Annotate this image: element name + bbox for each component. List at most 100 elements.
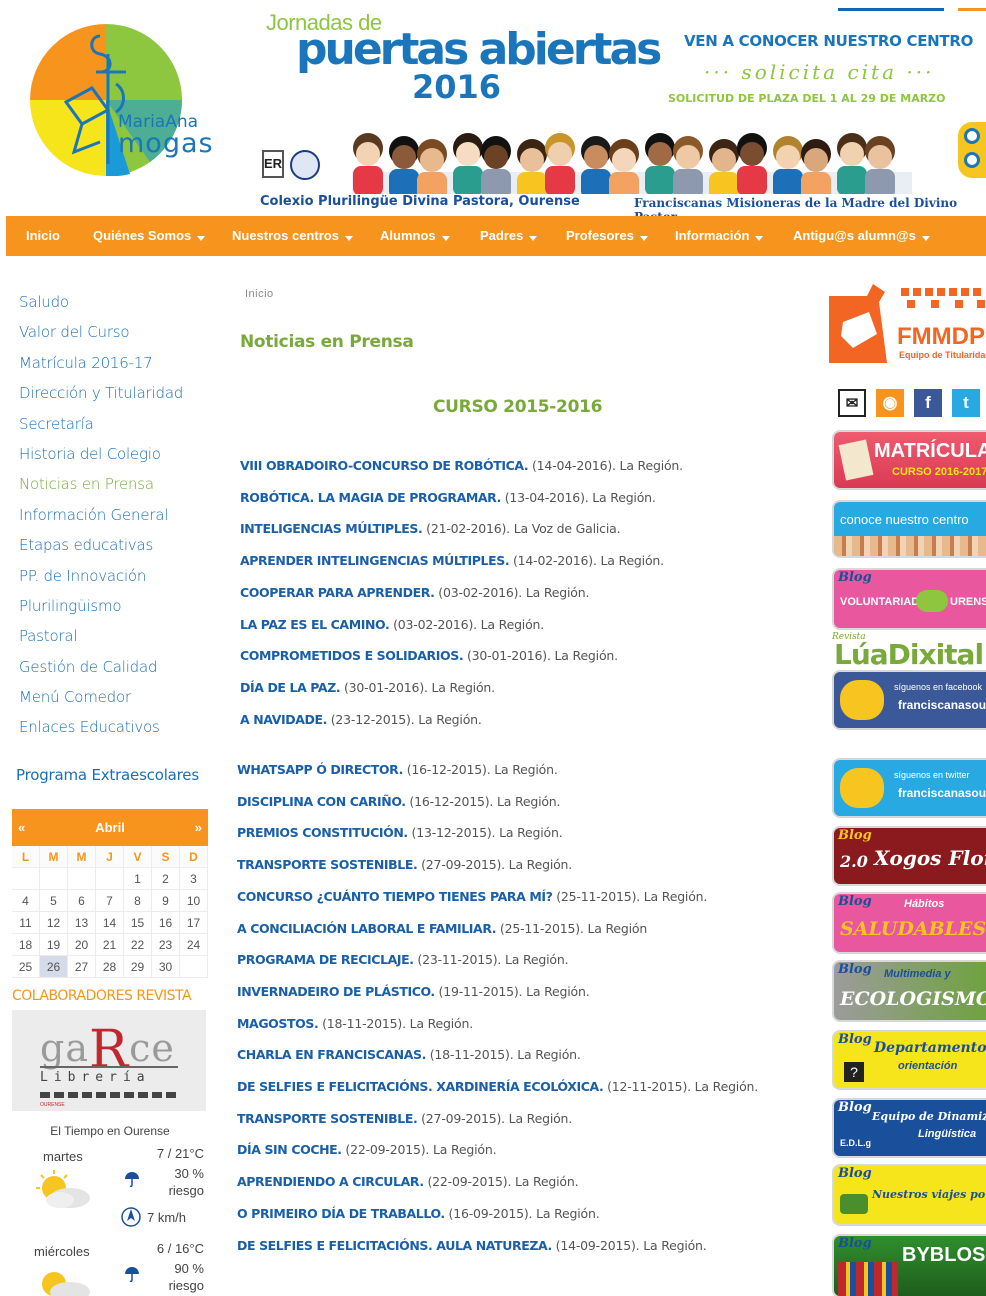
sidebar-item-saludo[interactable]: Saludo (19, 290, 183, 320)
dinamizacion-blog-banner[interactable]: Blog Equipo de Dinamización Lingüística … (834, 1100, 986, 1156)
sidebar-item-extraescolares[interactable]: Programa Extraescolares (16, 766, 199, 784)
orientacion-blog-banner[interactable]: Blog Departamento de orientación ? (834, 1032, 986, 1088)
calendar-day[interactable]: 11 (12, 912, 40, 934)
news-headline-link[interactable]: PROGRAMA DE RECICLAJE. (237, 952, 414, 967)
rss-icon[interactable]: ◉ (876, 389, 904, 417)
calendar-day[interactable]: 20 (68, 934, 96, 956)
viajes-blog-banner[interactable]: Blog Nuestros viajes por el mundo (834, 1166, 986, 1224)
news-headline-link[interactable]: LA PAZ ES EL CAMINO. (240, 617, 390, 632)
news-headline-link[interactable]: WHATSAPP Ó DIRECTOR. (237, 762, 403, 777)
sidebar-item-secretaria[interactable]: Secretaría (19, 412, 183, 442)
calendar-day[interactable]: 24 (180, 934, 208, 956)
calendar-day[interactable]: 22 (124, 934, 152, 956)
garce-sponsor-logo[interactable]: gaRce Librería OURENSE (12, 1010, 206, 1111)
calendar-day[interactable]: 28 (96, 956, 124, 978)
sidebar-item-enlaces[interactable]: Enlaces Educativos (19, 715, 183, 745)
sidebar-item-historia[interactable]: Historia del Colegio (19, 442, 183, 472)
lua-dixital-banner[interactable]: Revista LúaDixital (832, 632, 986, 671)
facebook-follow-banner[interactable]: síguenos en facebook franciscanasou (834, 672, 986, 728)
news-headline-link[interactable]: DÍA SIN COCHE. (237, 1142, 342, 1157)
sidebar-item-matricula[interactable]: Matrícula 2016-17 (19, 351, 183, 381)
calendar-day[interactable]: 1 (124, 868, 152, 890)
news-headline-link[interactable]: DISCIPLINA CON CARIÑO. (237, 794, 406, 809)
sidebar-item-etapas[interactable]: Etapas educativas (19, 533, 183, 563)
nav-item-alumnos[interactable]: Alumnos (380, 216, 450, 256)
calendar-day[interactable]: 17 (180, 912, 208, 934)
calendar-day[interactable]: 3 (180, 868, 208, 890)
news-headline-link[interactable]: INTELIGENCIAS MÚLTIPLES. (240, 521, 423, 536)
voluntariado-blog-banner[interactable]: Blog VOLUNTARIADO URENSE (834, 570, 986, 628)
sidebar-item-calidad[interactable]: Gestión de Calidad (19, 655, 183, 685)
calendar-day[interactable]: 14 (96, 912, 124, 934)
calendar-day[interactable]: 5 (40, 890, 68, 912)
breadcrumb[interactable]: Inicio (245, 288, 274, 300)
nav-item-inicio[interactable]: Inicio (26, 216, 60, 256)
news-headline-link[interactable]: DÍA DE LA PAZ. (240, 680, 341, 695)
nav-item-profesores[interactable]: Profesores (566, 216, 648, 256)
news-headline-link[interactable]: APRENDER INTELINGENCIAS MÚLTIPLES. (240, 553, 510, 568)
news-headline-link[interactable]: A CONCILIACIÓN LABORAL E FAMILIAR. (237, 921, 497, 936)
calendar-day[interactable]: 7 (96, 890, 124, 912)
nav-item-informacion[interactable]: Información (675, 216, 764, 256)
conoce-centro-banner[interactable]: conoce nuestro centro (834, 502, 986, 556)
news-headline-link[interactable]: PREMIOS CONSTITUCIÓN. (237, 825, 408, 840)
calendar-day[interactable]: 8 (124, 890, 152, 912)
calendar-day[interactable]: 15 (124, 912, 152, 934)
nav-item-padres[interactable]: Padres (480, 216, 538, 256)
calendar-day[interactable]: 26 (40, 956, 68, 978)
calendar-day[interactable]: 4 (12, 890, 40, 912)
ecologismo-blog-banner[interactable]: Blog Multimedia y ECOLOGISMO (834, 962, 986, 1020)
twitter-follow-banner[interactable]: síguenos en twitter franciscanasou (834, 760, 986, 816)
calendar-next-button[interactable]: » (195, 820, 202, 835)
news-headline-link[interactable]: COMPROMETIDOS E SOLIDARIOS. (240, 648, 464, 663)
twitter-icon[interactable]: t (952, 389, 980, 417)
news-headline-link[interactable]: DE SELFIES E FELICITACIÓNS. XARDINERÍA E… (237, 1079, 604, 1094)
calendar-day[interactable]: 6 (68, 890, 96, 912)
news-headline-link[interactable]: COOPERAR PARA APRENDER. (240, 585, 435, 600)
sidebar-item-valor-del-curso[interactable]: Valor del Curso (19, 320, 183, 350)
xogos-florais-blog-banner[interactable]: Blog 2.0 Xogos Florais (834, 828, 986, 884)
calendar-day[interactable]: 30 (152, 956, 180, 978)
sidebar-item-pastoral[interactable]: Pastoral (19, 624, 183, 654)
calendar-day[interactable]: 16 (152, 912, 180, 934)
matricula-banner[interactable]: MATRÍCULA CURSO 2016-2017 (834, 432, 986, 488)
news-headline-link[interactable]: CHARLA EN FRANCISCANAS. (237, 1047, 426, 1062)
news-headline-link[interactable]: INVERNADEIRO DE PLÁSTICO. (237, 984, 435, 999)
news-headline-link[interactable]: DE SELFIES E FELICITACIÓNS. AULA NATUREZ… (237, 1238, 552, 1253)
sidebar-item-plurilinguismo[interactable]: Plurilingüismo (19, 594, 183, 624)
calendar-day[interactable]: 25 (12, 956, 40, 978)
calendar-day[interactable]: 2 (152, 868, 180, 890)
habitos-saludables-blog-banner[interactable]: Blog Hábitos SALUDABLES (834, 894, 986, 952)
calendar-day[interactable]: 19 (40, 934, 68, 956)
news-headline-link[interactable]: VIII OBRADOIRO-CONCURSO DE ROBÓTICA. (240, 458, 529, 473)
sidebar-item-innovacion[interactable]: PP. de Innovación (19, 564, 183, 594)
sidebar-item-direccion[interactable]: Dirección y Titularidad (19, 381, 183, 411)
sidebar-item-comedor[interactable]: Menú Comedor (19, 685, 183, 715)
sidebar-item-noticias[interactable]: Noticias en Prensa (19, 472, 183, 502)
facebook-icon[interactable]: f (914, 389, 942, 417)
news-headline-link[interactable]: ROBÓTICA. LA MAGIA DE PROGRAMAR. (240, 490, 501, 505)
nav-item-antiguos-alumnos[interactable]: Antigu@s alumn@s (793, 216, 930, 256)
calendar-day[interactable]: 10 (180, 890, 208, 912)
calendar-day[interactable]: 18 (12, 934, 40, 956)
calendar-day[interactable]: 12 (40, 912, 68, 934)
byblos-blog-banner[interactable]: Blog BYBLOS (834, 1236, 986, 1296)
calendar-day[interactable]: 13 (68, 912, 96, 934)
fmmdp-logo[interactable]: FMMDP Equipo de Titularidad (829, 278, 986, 363)
calendar-day[interactable]: 27 (68, 956, 96, 978)
calendar-day[interactable]: 9 (152, 890, 180, 912)
news-headline-link[interactable]: MAGOSTOS. (237, 1016, 319, 1031)
news-headline-link[interactable]: TRANSPORTE SOSTENIBLE. (237, 857, 418, 872)
mail-icon[interactable]: ✉ (838, 389, 866, 417)
nav-item-nuestros-centros[interactable]: Nuestros centros (232, 216, 353, 256)
calendar-day[interactable]: 23 (152, 934, 180, 956)
news-headline-link[interactable]: A NAVIDADE. (240, 712, 327, 727)
news-headline-link[interactable]: O PRIMEIRO DÍA DE TRABALLO. (237, 1206, 445, 1221)
nav-item-quienes-somos[interactable]: Quiénes Somos (93, 216, 206, 256)
news-headline-link[interactable]: TRANSPORTE SOSTENIBLE. (237, 1111, 418, 1126)
news-headline-link[interactable]: CONCURSO ¿CUÁNTO TIEMPO TIENES PARA MÍ? (237, 889, 553, 904)
calendar-day[interactable]: 21 (96, 934, 124, 956)
calendar-day[interactable]: 29 (124, 956, 152, 978)
sidebar-item-informacion-general[interactable]: Información General (19, 503, 183, 533)
news-headline-link[interactable]: APRENDIENDO A CIRCULAR. (237, 1174, 424, 1189)
